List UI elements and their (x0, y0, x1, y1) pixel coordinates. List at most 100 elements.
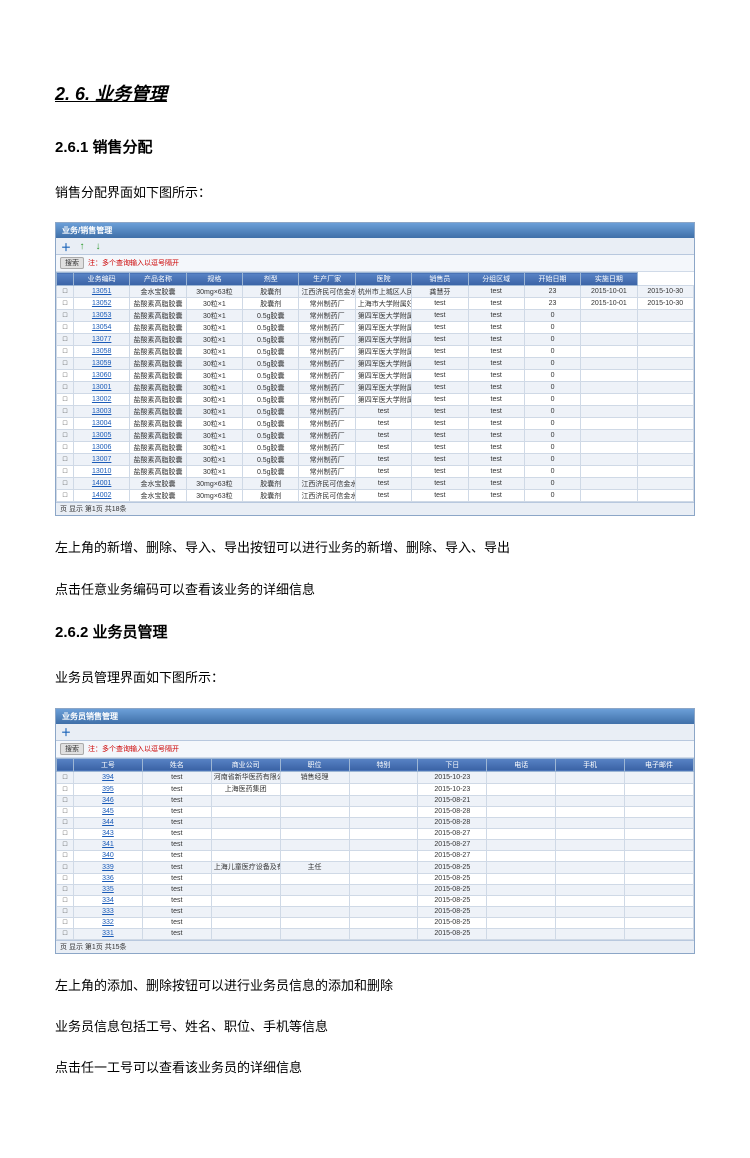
id-link-cell[interactable]: 14001 (74, 478, 130, 490)
id-link-cell[interactable]: 13006 (74, 442, 130, 454)
cell: test (468, 478, 524, 490)
id-link-cell[interactable]: 343 (74, 828, 143, 839)
id-link-cell[interactable]: 13005 (74, 430, 130, 442)
row-select[interactable]: □ (57, 430, 74, 442)
row-select[interactable]: □ (57, 490, 74, 502)
id-link-cell[interactable]: 13003 (74, 406, 130, 418)
id-link-cell[interactable]: 13010 (74, 466, 130, 478)
column-header[interactable]: 分组区域 (468, 273, 524, 286)
row-select[interactable]: □ (57, 478, 74, 490)
id-link-cell[interactable]: 13060 (74, 370, 130, 382)
column-header[interactable]: 医院 (355, 273, 411, 286)
id-link-cell[interactable]: 340 (74, 850, 143, 861)
row-select[interactable]: □ (57, 828, 74, 839)
id-link-cell[interactable]: 13052 (74, 298, 130, 310)
column-header[interactable]: 手机 (556, 758, 625, 771)
row-select[interactable]: □ (57, 906, 74, 917)
id-link-cell[interactable]: 339 (74, 861, 143, 873)
row-select[interactable]: □ (57, 861, 74, 873)
cell: 0.5g胶囊 (243, 442, 299, 454)
row-select[interactable]: □ (57, 394, 74, 406)
id-link-cell[interactable]: 334 (74, 895, 143, 906)
row-select[interactable]: □ (57, 795, 74, 806)
row-select[interactable]: □ (57, 442, 74, 454)
row-select[interactable]: □ (57, 334, 74, 346)
id-link-cell[interactable]: 13077 (74, 334, 130, 346)
row-select[interactable]: □ (57, 783, 74, 795)
row-select[interactable]: □ (57, 817, 74, 828)
column-header[interactable]: 开始日期 (524, 273, 580, 286)
column-header[interactable]: 生产厂家 (299, 273, 355, 286)
row-select[interactable]: □ (57, 406, 74, 418)
column-header[interactable]: 电话 (487, 758, 556, 771)
add-icon[interactable]: ＋ (60, 726, 72, 738)
row-select[interactable]: □ (57, 806, 74, 817)
id-link-cell[interactable]: 13051 (74, 286, 130, 298)
id-link-cell[interactable]: 345 (74, 806, 143, 817)
add-icon[interactable]: ＋ (60, 240, 72, 252)
row-select[interactable]: □ (57, 298, 74, 310)
row-select[interactable]: □ (57, 466, 74, 478)
id-link-cell[interactable]: 346 (74, 795, 143, 806)
column-header[interactable]: 销售员 (412, 273, 468, 286)
search-button[interactable]: 搜索 (60, 743, 84, 755)
id-link-cell[interactable]: 332 (74, 917, 143, 928)
id-link-cell[interactable]: 394 (74, 771, 143, 783)
row-select[interactable]: □ (57, 286, 74, 298)
column-header[interactable]: 下日 (418, 758, 487, 771)
column-header[interactable] (57, 758, 74, 771)
row-select[interactable]: □ (57, 873, 74, 884)
row-select[interactable]: □ (57, 839, 74, 850)
column-header[interactable] (57, 273, 74, 286)
sales-table: 业务编码产品名称规格剂型生产厂家医院销售员分组区域开始日期实施日期 □13051… (56, 272, 694, 502)
id-link-cell[interactable]: 341 (74, 839, 143, 850)
row-select[interactable]: □ (57, 454, 74, 466)
row-select[interactable]: □ (57, 418, 74, 430)
column-header[interactable]: 业务编码 (74, 273, 130, 286)
id-link-cell[interactable]: 13054 (74, 322, 130, 334)
arrow-up-icon[interactable]: ↑ (76, 240, 88, 252)
row-select[interactable]: □ (57, 346, 74, 358)
row-select[interactable]: □ (57, 370, 74, 382)
column-header[interactable]: 商业公司 (211, 758, 280, 771)
id-link-cell[interactable]: 13058 (74, 346, 130, 358)
row-select[interactable]: □ (57, 382, 74, 394)
column-header[interactable]: 规格 (186, 273, 242, 286)
cell (211, 806, 280, 817)
id-link-cell[interactable]: 13002 (74, 394, 130, 406)
column-header[interactable]: 特别 (349, 758, 418, 771)
id-link-cell[interactable]: 13004 (74, 418, 130, 430)
row-select[interactable]: □ (57, 895, 74, 906)
id-link-cell[interactable]: 13053 (74, 310, 130, 322)
row-select[interactable]: □ (57, 917, 74, 928)
table-row: □13059盐酸素高脂胶囊30粒×10.5g胶囊常州制药厂第四军医大学附属第四医… (57, 358, 694, 370)
id-link-cell[interactable]: 333 (74, 906, 143, 917)
column-header[interactable]: 电子邮件 (625, 758, 694, 771)
column-header[interactable]: 职位 (280, 758, 349, 771)
pager-1[interactable]: 页 显示 第1页 共18条 (56, 502, 694, 515)
id-link-cell[interactable]: 13059 (74, 358, 130, 370)
id-link-cell[interactable]: 13001 (74, 382, 130, 394)
pager-2[interactable]: 页 显示 第1页 共15条 (56, 940, 694, 953)
column-header[interactable]: 工号 (74, 758, 143, 771)
row-select[interactable]: □ (57, 884, 74, 895)
id-link-cell[interactable]: 336 (74, 873, 143, 884)
id-link-cell[interactable]: 335 (74, 884, 143, 895)
row-select[interactable]: □ (57, 771, 74, 783)
id-link-cell[interactable]: 331 (74, 928, 143, 939)
id-link-cell[interactable]: 344 (74, 817, 143, 828)
row-select[interactable]: □ (57, 310, 74, 322)
id-link-cell[interactable]: 14002 (74, 490, 130, 502)
id-link-cell[interactable]: 395 (74, 783, 143, 795)
search-button[interactable]: 搜索 (60, 257, 84, 269)
row-select[interactable]: □ (57, 322, 74, 334)
row-select[interactable]: □ (57, 358, 74, 370)
column-header[interactable]: 实施日期 (581, 273, 637, 286)
row-select[interactable]: □ (57, 850, 74, 861)
arrow-down-icon[interactable]: ↓ (92, 240, 104, 252)
column-header[interactable]: 姓名 (142, 758, 211, 771)
id-link-cell[interactable]: 13007 (74, 454, 130, 466)
column-header[interactable]: 剂型 (243, 273, 299, 286)
column-header[interactable]: 产品名称 (130, 273, 186, 286)
row-select[interactable]: □ (57, 928, 74, 939)
